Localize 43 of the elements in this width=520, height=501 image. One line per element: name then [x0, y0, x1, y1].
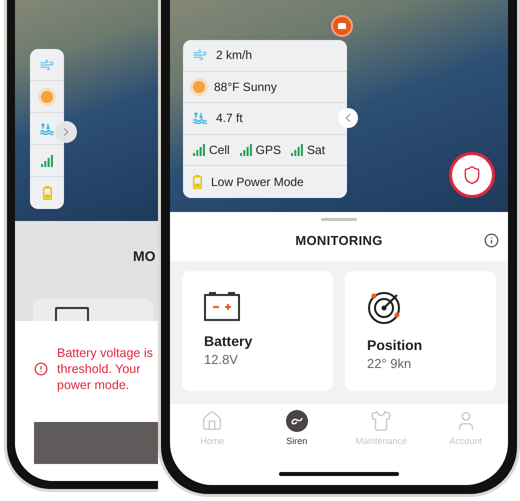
- wind-icon: [193, 48, 207, 62]
- radar-icon: [367, 291, 401, 325]
- alert-message: Battery voltage is threshold. Your power mode.: [57, 345, 153, 393]
- tide-icon: [40, 122, 54, 134]
- shield-button[interactable]: [449, 152, 495, 198]
- card-value: 12.8V: [204, 352, 239, 368]
- signal-label: Sat: [307, 142, 326, 160]
- satellite-map[interactable]: 2 km/h 88°F Sunny 4.7 ft Cell GPS Sat Low Power Mode: [170, 0, 508, 212]
- sheet-handle[interactable]: [321, 218, 357, 221]
- siren-icon: [286, 410, 308, 432]
- sun-icon: [193, 80, 205, 93]
- info-value: Low Power Mode: [211, 174, 304, 192]
- info-value: 2 km/h: [216, 47, 252, 64]
- card-label: Position: [367, 336, 424, 355]
- boat-marker-icon: [331, 15, 353, 37]
- section-title: MO: [133, 246, 156, 266]
- info-value: 4.7 ft: [216, 110, 243, 128]
- tide-icon: [193, 112, 207, 124]
- metric-card[interactable]: Position 22° 9kn: [345, 271, 496, 391]
- signal-bars-icon: [240, 144, 252, 156]
- shield-icon: [462, 165, 482, 185]
- signal-bars-icon: [291, 144, 304, 156]
- signal-bars-icon: [193, 144, 205, 156]
- house-icon: [201, 410, 224, 432]
- signal-label: GPS: [256, 142, 282, 160]
- wind-icon: [40, 58, 54, 72]
- info-value: 88°F Sunny: [214, 78, 277, 96]
- shirt-icon: [370, 410, 392, 432]
- info-icon[interactable]: [484, 233, 499, 248]
- signal-label: Cell: [209, 142, 230, 160]
- metric-card[interactable]: Battery 12.8V: [182, 271, 333, 391]
- battery-low-icon: [42, 186, 52, 200]
- card-value: 22° 9kn: [367, 356, 412, 372]
- signal-bars-icon: [41, 154, 53, 166]
- card-label: Battery: [204, 332, 254, 351]
- battery-icon: [204, 291, 240, 321]
- collapse-chevron-button[interactable]: [338, 108, 358, 128]
- alert-icon: [34, 362, 48, 376]
- tab-bar-item[interactable]: Siren: [254, 410, 339, 448]
- section-title: MONITORING: [295, 232, 383, 250]
- sun-icon: [41, 90, 53, 102]
- battery-low-icon: [193, 175, 202, 190]
- satellite-map[interactable]: [15, 0, 158, 221]
